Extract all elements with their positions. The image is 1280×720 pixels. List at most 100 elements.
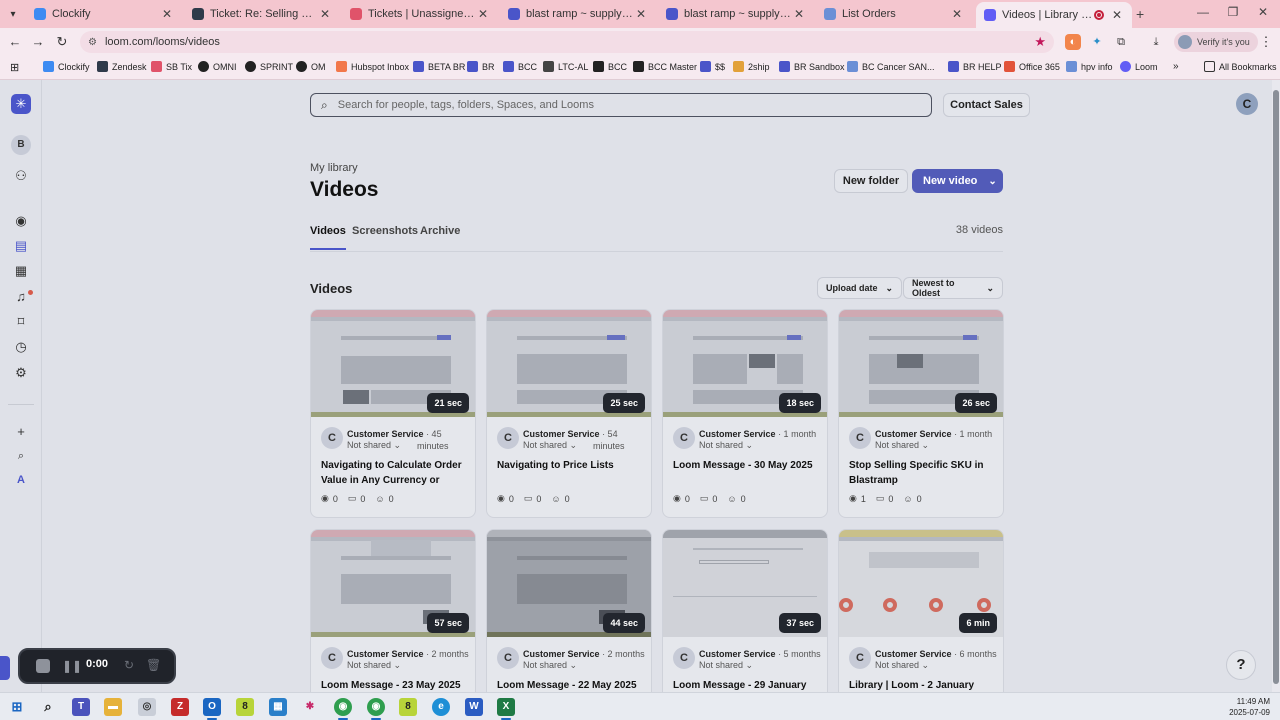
sort-order-dropdown[interactable]: Newest to Oldest ⌄ bbox=[903, 277, 1003, 299]
bookmark-item[interactable]: 2ship bbox=[733, 61, 770, 72]
calendar-icon[interactable]: ▦ bbox=[12, 262, 30, 280]
breadcrumb[interactable]: My library bbox=[310, 162, 358, 174]
tab-archive[interactable]: Archive bbox=[420, 224, 460, 250]
add-icon[interactable]: + bbox=[12, 423, 30, 441]
close-icon[interactable]: ✕ bbox=[1110, 8, 1124, 22]
forward-arrow-icon[interactable]: → bbox=[29, 33, 47, 51]
search-input[interactable] bbox=[337, 99, 898, 111]
bookmark-item[interactable]: BCC bbox=[593, 61, 627, 72]
back-arrow-icon[interactable]: ← bbox=[6, 33, 24, 51]
browser-menu-icon[interactable]: ⋮ bbox=[1257, 33, 1275, 51]
bookmark-item[interactable]: Loom bbox=[1120, 61, 1158, 72]
bookmark-item[interactable]: BETA BR bbox=[413, 61, 465, 72]
video-title[interactable]: Stop Selling Specific SKU in Blastramp bbox=[849, 458, 995, 488]
sharing-status[interactable]: Not shared ⌄ bbox=[875, 660, 929, 671]
windows-start-icon[interactable]: ⊞ bbox=[8, 698, 26, 716]
extension-icon[interactable]: ◐ bbox=[1065, 34, 1081, 50]
page-scrollbar[interactable] bbox=[1272, 80, 1280, 692]
author-name[interactable]: Customer Service · 2 months bbox=[347, 649, 469, 659]
search-icon[interactable]: ⌕ bbox=[12, 447, 30, 465]
site-settings-icon[interactable]: ⚙ bbox=[88, 37, 97, 48]
restart-icon[interactable]: ↻ bbox=[124, 658, 134, 672]
more-bookmarks-chevron-icon[interactable]: » bbox=[1173, 61, 1179, 72]
sharing-status[interactable]: Not shared ⌄ bbox=[699, 440, 753, 451]
app-icon[interactable]: 8 bbox=[399, 698, 417, 716]
new-folder-button[interactable]: New folder bbox=[834, 169, 908, 193]
browser-tab[interactable]: blast ramp ~ supply on deman ✕ bbox=[500, 3, 656, 25]
recorder-tab[interactable] bbox=[0, 656, 10, 680]
filezilla-icon[interactable]: Z bbox=[171, 698, 189, 716]
video-card[interactable]: 57 sec C Customer Service · 2 months Not… bbox=[310, 529, 476, 692]
apps-grid-icon[interactable]: ⊞ bbox=[10, 61, 19, 74]
sharing-status[interactable]: Not shared ⌄ bbox=[523, 660, 577, 671]
sharing-status[interactable]: Not shared ⌄ bbox=[699, 660, 753, 671]
app-icon[interactable]: ◎ bbox=[138, 698, 156, 716]
help-button[interactable]: ? bbox=[1226, 650, 1256, 680]
video-card[interactable]: 44 sec C Customer Service · 2 months Not… bbox=[486, 529, 652, 692]
chrome-icon[interactable]: ◉ bbox=[334, 698, 352, 720]
author-name[interactable]: Customer Service · 45 bbox=[347, 429, 442, 439]
browser-tab[interactable]: Ticket: Re: Selling US Inventory ✕ bbox=[184, 3, 340, 25]
file-explorer-icon[interactable]: ▬ bbox=[104, 698, 122, 716]
reload-icon[interactable]: ↻ bbox=[53, 33, 71, 51]
video-title[interactable]: Library | Loom - 2 January bbox=[849, 678, 995, 692]
edge-icon[interactable]: e bbox=[432, 698, 450, 716]
bookmark-item[interactable]: SPRINT bbox=[245, 61, 293, 72]
calculator-icon[interactable]: ▦ bbox=[269, 698, 287, 716]
restore-icon[interactable]: ❐ bbox=[1218, 5, 1248, 19]
bookmark-item[interactable]: BR HELP bbox=[948, 61, 1002, 72]
bookmark-item[interactable]: OM bbox=[296, 61, 326, 72]
user-avatar[interactable]: C bbox=[1236, 93, 1258, 115]
sharing-status[interactable]: Not shared ⌄ bbox=[875, 440, 929, 451]
bookmark-item[interactable]: BCC bbox=[503, 61, 537, 72]
sort-field-dropdown[interactable]: Upload date ⌄ bbox=[817, 277, 903, 299]
history-clock-icon[interactable]: ◷ bbox=[12, 338, 30, 356]
system-clock[interactable]: 11:49 AM 2025-07-09 bbox=[1229, 696, 1270, 718]
extension-icon[interactable]: ✦ bbox=[1089, 34, 1105, 50]
chrome-icon[interactable]: ◉ bbox=[367, 698, 385, 720]
bookmark-item[interactable]: OMNI bbox=[198, 61, 237, 72]
video-card[interactable]: 21 sec C Customer Service · 45 Not share… bbox=[310, 309, 476, 518]
browser-tab[interactable]: List Orders ✕ bbox=[816, 3, 972, 25]
close-icon[interactable]: ✕ bbox=[792, 7, 806, 21]
scrollbar-thumb[interactable] bbox=[1273, 90, 1279, 684]
download-icon[interactable]: ⤓ bbox=[1148, 34, 1164, 50]
bookmark-item[interactable]: $$ bbox=[700, 61, 725, 72]
outlook-icon[interactable]: O bbox=[203, 698, 221, 720]
library-icon[interactable]: ▤ bbox=[12, 237, 30, 255]
bookmark-item[interactable]: BCC Master bbox=[633, 61, 697, 72]
bookmark-item[interactable]: hpv info bbox=[1066, 61, 1113, 72]
extensions-puzzle-icon[interactable]: ⧉ bbox=[1113, 34, 1129, 50]
teams-icon[interactable]: T bbox=[72, 698, 90, 716]
video-title[interactable]: Navigating to Price Lists bbox=[497, 458, 643, 473]
close-icon[interactable]: ✕ bbox=[476, 7, 490, 21]
video-title[interactable]: Loom Message - 22 May 2025 bbox=[497, 678, 643, 692]
new-video-button[interactable]: New video ⌄ bbox=[912, 169, 1003, 193]
bookmark-icon[interactable]: ⌑ bbox=[12, 313, 30, 331]
all-bookmarks-button[interactable]: All Bookmarks bbox=[1204, 61, 1277, 72]
bookmark-item[interactable]: LTC-AL bbox=[543, 61, 588, 72]
close-icon[interactable]: ✕ bbox=[318, 7, 332, 21]
author-name[interactable]: Customer Service · 1 month bbox=[699, 429, 816, 439]
video-title[interactable]: Loom Message - 29 January bbox=[673, 678, 819, 692]
author-name[interactable]: Customer Service · 5 months bbox=[699, 649, 821, 659]
window-close-icon[interactable]: ✕ bbox=[1248, 5, 1278, 19]
settings-gear-icon[interactable]: ⚙ bbox=[12, 364, 30, 382]
excel-icon[interactable]: X bbox=[497, 698, 515, 720]
video-card[interactable]: 18 sec C Customer Service · 1 month Not … bbox=[662, 309, 828, 518]
minimize-icon[interactable]: — bbox=[1188, 5, 1218, 19]
search-icon[interactable]: ⌕ bbox=[39, 698, 57, 716]
author-name[interactable]: Customer Service · 54 bbox=[523, 429, 618, 439]
bookmark-item[interactable]: Office 365 bbox=[1004, 61, 1060, 72]
pause-icon[interactable]: ❚❚ bbox=[62, 659, 82, 673]
browser-tab[interactable]: Tickets | Unassigned tickets ✕ bbox=[342, 3, 498, 25]
video-card[interactable]: 6 min C Customer Service · 6 months Not … bbox=[838, 529, 1004, 692]
bookmark-item[interactable]: Zendesk bbox=[97, 61, 147, 72]
app-icon[interactable]: 8 bbox=[236, 698, 254, 716]
author-name[interactable]: Customer Service · 1 month bbox=[875, 429, 992, 439]
sharing-status[interactable]: Not shared ⌄ bbox=[347, 660, 401, 671]
author-name[interactable]: Customer Service · 6 months bbox=[875, 649, 997, 659]
add-user-icon[interactable]: ⚇ bbox=[12, 167, 30, 185]
trash-icon[interactable]: 🗑 bbox=[146, 658, 161, 672]
bookmark-item[interactable]: BC Cancer SAN... bbox=[847, 61, 935, 72]
